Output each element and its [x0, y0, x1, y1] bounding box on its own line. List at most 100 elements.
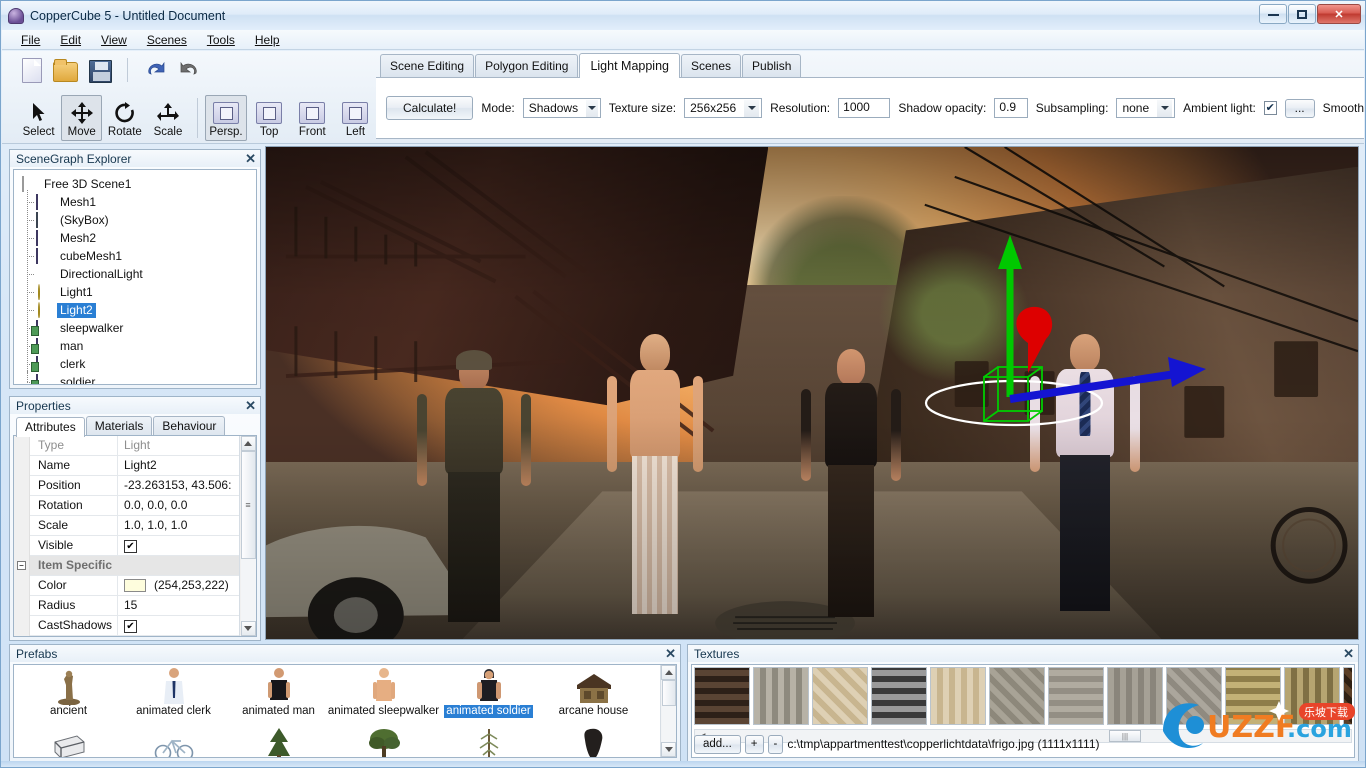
- new-document-icon[interactable]: [22, 57, 42, 83]
- fridge-door-texture[interactable]: [812, 667, 868, 725]
- prefabs-scroll-up-icon[interactable]: [661, 665, 676, 680]
- prefab-item-row2-6[interactable]: [541, 724, 646, 757]
- prefabs-scrollbar[interactable]: [660, 665, 676, 757]
- ambient-color-button[interactable]: ...: [1284, 98, 1315, 118]
- property-value-rotation[interactable]: 0.0, 0.0, 0.0: [118, 496, 239, 516]
- tree-root-node[interactable]: Free 3D Scene1: [18, 175, 256, 193]
- increase-texture-button[interactable]: +: [744, 734, 764, 754]
- concrete-2-texture[interactable]: [1048, 667, 1104, 725]
- ambient-light-checkbox[interactable]: [1263, 101, 1277, 115]
- maximize-button[interactable]: [1288, 4, 1316, 24]
- select-tool-button[interactable]: Select: [18, 95, 59, 141]
- property-row-color[interactable]: Color (254,253,222): [14, 575, 239, 596]
- prefab-item-animated-sleepwalker[interactable]: animated sleepwalker: [328, 667, 439, 724]
- tree-item-cubemesh1[interactable]: cubeMesh1: [18, 244, 256, 265]
- gizmo-handle[interactable]: [1016, 306, 1053, 373]
- property-group-item-specific[interactable]: – Item Specific: [14, 555, 239, 576]
- redo-arrow-icon[interactable]: [178, 59, 202, 81]
- calculate-button[interactable]: Calculate!: [386, 96, 474, 120]
- properties-scrollbar[interactable]: ≡: [239, 436, 256, 636]
- stone-wall-texture[interactable]: [753, 667, 809, 725]
- concrete-4-texture[interactable]: [1166, 667, 1222, 725]
- castshadows-checkbox[interactable]: ✔: [124, 619, 137, 633]
- property-row-position[interactable]: Position -23.263153, 43.506:: [14, 475, 239, 496]
- scroll-up-icon[interactable]: [240, 436, 256, 451]
- scroll-down-icon[interactable]: [240, 621, 256, 636]
- metal-appliance-texture[interactable]: [871, 667, 927, 725]
- perspective-view-button[interactable]: Persp.: [205, 95, 247, 141]
- prefabs-scrollbar-track[interactable]: [661, 706, 676, 742]
- resolution-input[interactable]: 1000: [838, 98, 891, 118]
- prefab-item-animated-clerk[interactable]: animated clerk: [121, 667, 226, 724]
- property-row-visible[interactable]: Visible ✔: [14, 535, 239, 556]
- menu-scenes[interactable]: Scenes: [138, 31, 196, 49]
- properties-close-icon[interactable]: ✕: [245, 399, 256, 412]
- concrete-3-texture[interactable]: [1107, 667, 1163, 725]
- dark-brick-texture[interactable]: [1343, 667, 1352, 725]
- texture-size-dropdown[interactable]: 256x256: [684, 98, 763, 118]
- prefab-item-row2-5[interactable]: [436, 724, 541, 757]
- decrease-texture-button[interactable]: -: [767, 734, 784, 754]
- save-disk-icon[interactable]: [89, 59, 112, 83]
- close-button[interactable]: ✕: [1317, 4, 1361, 24]
- minimize-button[interactable]: [1259, 4, 1287, 24]
- property-row-name[interactable]: Name Light2: [14, 455, 239, 476]
- gizmo-x-axis[interactable]: [1009, 357, 1206, 403]
- left-view-button[interactable]: Left: [335, 95, 376, 141]
- property-row-castshadows[interactable]: CastShadows ✔: [14, 615, 239, 636]
- property-value-position[interactable]: -23.263153, 43.506:: [118, 476, 239, 496]
- open-folder-icon[interactable]: [53, 59, 78, 82]
- wood-planks-texture[interactable]: [694, 667, 750, 725]
- scenegraph-close-icon[interactable]: ✕: [245, 152, 256, 165]
- tree-item-man[interactable]: man: [18, 334, 256, 355]
- prefab-item-arcane-house[interactable]: arcane house: [541, 667, 646, 724]
- texture-thumbnail-strip[interactable]: [694, 667, 1352, 727]
- tree-item-clerk[interactable]: clerk: [18, 352, 256, 373]
- property-row-scale[interactable]: Scale 1.0, 1.0, 1.0: [14, 515, 239, 536]
- property-row-radius[interactable]: Radius 15: [14, 595, 239, 616]
- textures-close-icon[interactable]: ✕: [1343, 647, 1354, 660]
- shadow-opacity-input[interactable]: 0.9: [994, 98, 1028, 118]
- tab-publish[interactable]: Publish: [742, 54, 802, 77]
- tab-scenes[interactable]: Scenes: [680, 54, 742, 77]
- menu-tools[interactable]: Tools: [198, 31, 244, 49]
- prefab-item-ancient[interactable]: ancient: [16, 667, 121, 724]
- prefabs-close-icon[interactable]: ✕: [665, 647, 676, 660]
- property-value-scale[interactable]: 1.0, 1.0, 1.0: [118, 516, 239, 536]
- prefab-item-row2-4[interactable]: [331, 724, 436, 757]
- tile-grid-texture[interactable]: [1225, 667, 1281, 725]
- prefabs-scroll-down-icon[interactable]: [661, 742, 676, 757]
- tab-attributes[interactable]: Attributes: [16, 417, 85, 437]
- prefab-item-animated-soldier[interactable]: animated soldier: [436, 667, 541, 724]
- tab-polygon-editing[interactable]: Polygon Editing: [475, 54, 579, 77]
- prefab-item-row2-3[interactable]: [226, 724, 331, 757]
- prefabs-scrollbar-thumb[interactable]: [661, 680, 676, 706]
- property-value-radius[interactable]: 15: [118, 596, 239, 616]
- menu-file[interactable]: File: [12, 31, 49, 49]
- scrollbar-track[interactable]: [240, 559, 256, 621]
- undo-arrow-icon[interactable]: [143, 59, 167, 81]
- tab-behaviour[interactable]: Behaviour: [153, 416, 226, 436]
- add-texture-button[interactable]: add...: [694, 734, 741, 754]
- color-swatch[interactable]: [124, 578, 146, 592]
- tree-item-light2[interactable]: Light2: [18, 298, 256, 319]
- mode-dropdown[interactable]: Shadows: [522, 98, 601, 118]
- prefab-item-row2-2[interactable]: [121, 724, 226, 757]
- tile-grid-2-texture[interactable]: [1284, 667, 1340, 725]
- tree-item-sleepwalker[interactable]: sleepwalker: [18, 316, 256, 337]
- menu-edit[interactable]: Edit: [51, 31, 90, 49]
- scale-tool-button[interactable]: Scale: [147, 95, 188, 141]
- menu-help[interactable]: Help: [246, 31, 289, 49]
- move-gizmo[interactable]: [906, 227, 1226, 457]
- tab-scene-editing[interactable]: Scene Editing: [380, 54, 475, 77]
- subsampling-dropdown[interactable]: none: [1116, 98, 1176, 118]
- front-view-button[interactable]: Front: [292, 95, 333, 141]
- move-tool-button[interactable]: Move: [61, 95, 103, 141]
- top-view-button[interactable]: Top: [249, 95, 290, 141]
- menu-view[interactable]: View: [92, 31, 136, 49]
- scrollbar-thumb[interactable]: ≡: [240, 451, 256, 559]
- tree-item-soldier[interactable]: soldier: [18, 370, 256, 384]
- concrete-texture[interactable]: [989, 667, 1045, 725]
- visible-checkbox[interactable]: ✔: [124, 539, 137, 553]
- tab-materials[interactable]: Materials: [85, 416, 153, 436]
